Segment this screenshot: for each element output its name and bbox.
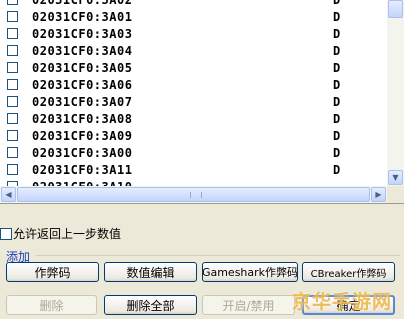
cheat-row[interactable]: 02031CF0:3A11 D — [0, 161, 384, 178]
cheat-row-value: D — [333, 0, 363, 7]
cheat-row-value: D — [333, 43, 341, 58]
cheat-row[interactable]: 02031CF0:3A03 D — [0, 25, 384, 42]
cbreaker-button[interactable]: CBreaker作弊码 — [302, 262, 395, 282]
cheat-row[interactable]: 02031CF0:3A05 D — [0, 59, 384, 76]
cheat-row-checkbox[interactable] — [7, 113, 18, 124]
add-group-divider — [36, 255, 400, 256]
cheat-row-address: 02031CF0:3A05 — [32, 60, 133, 75]
cheat-row-checkbox[interactable] — [7, 164, 18, 175]
cheat-code-button[interactable]: 作弊码 — [6, 262, 99, 282]
cheat-row-address: 02031CF0:3A07 — [32, 94, 133, 109]
scroll-left-icon[interactable]: ◀ — [1, 187, 16, 202]
delete-all-button[interactable]: 删除全部 — [104, 295, 197, 315]
value-edit-button[interactable]: 数值编辑 — [104, 262, 197, 282]
cheat-row-value: D — [333, 111, 341, 126]
cheat-row-value: D — [333, 26, 341, 41]
undo-checkbox[interactable]: 允许返回上一步数值 — [0, 225, 121, 242]
ok-button[interactable]: 确定 — [302, 295, 395, 315]
cheat-row[interactable]: 02031CF0:3A00 D — [0, 144, 384, 161]
cheat-row-checkbox[interactable] — [7, 79, 18, 90]
scroll-down-icon[interactable]: ▼ — [388, 170, 403, 185]
delete-button[interactable]: 删除 — [6, 295, 97, 315]
cheat-row-checkbox[interactable] — [7, 45, 18, 56]
cheat-row-value: D — [333, 145, 341, 160]
scroll-right-icon[interactable]: ▶ — [371, 187, 386, 202]
cheat-row-value: D — [333, 60, 341, 75]
horizontal-scrollbar[interactable]: ◀ ▶ — [0, 186, 387, 203]
cheat-row-checkbox[interactable] — [7, 11, 18, 22]
vertical-scrollbar[interactable]: ▼ — [387, 0, 404, 186]
cheat-row-value: D — [333, 94, 341, 109]
cheat-row-checkbox[interactable] — [7, 147, 18, 158]
cheat-row-address: 02031CF0:3A06 — [32, 77, 133, 92]
cheat-row[interactable]: 02031CF0:3A04 D — [0, 42, 384, 59]
cheat-row-address: 02031CF0:3A04 — [32, 43, 133, 58]
cheat-row-value: D — [333, 162, 341, 177]
scroll-grip-icon — [190, 192, 202, 198]
cheat-row[interactable]: 02031CF0:3A09 D — [0, 127, 384, 144]
cheat-row-checkbox[interactable] — [7, 130, 18, 141]
cheat-row-address: 02031CF0:3A00 — [32, 145, 133, 160]
undo-checkbox-label: 允许返回上一步数值 — [13, 227, 122, 241]
cheat-list-rows: 02031CF0:3A02D02031CF0:3A01D02031CF0:3A0… — [0, 0, 384, 195]
scrollbar-corner — [387, 186, 404, 203]
cheat-row-value: D — [333, 9, 341, 24]
cheat-row-address: 02031CF0:3A03 — [32, 26, 133, 41]
gameshark-button[interactable]: Gameshark作弊码 — [202, 262, 298, 282]
cheat-row[interactable]: 02031CF0:3A01 D — [0, 8, 384, 25]
cheat-row[interactable]: 02031CF0:3A07 D — [0, 93, 384, 110]
cheat-row-address: 02031CF0:3A09 — [32, 128, 133, 143]
cheat-row-address: 02031CF0:3A11 — [32, 162, 133, 177]
cheat-row-value: D — [333, 77, 341, 92]
undo-checkbox-box[interactable] — [0, 227, 12, 240]
horizontal-scroll-thumb[interactable] — [17, 187, 370, 202]
cheat-row-checkbox[interactable] — [7, 96, 18, 107]
cheat-row-value: D — [333, 128, 341, 143]
cheat-row-address: 02031CF0:3A02 — [32, 0, 333, 7]
cheat-row[interactable]: 02031CF0:3A02D — [0, 0, 384, 8]
cheat-row-address: 02031CF0:3A08 — [32, 111, 133, 126]
vertical-scroll-thumb[interactable] — [388, 0, 403, 18]
cheat-row-checkbox[interactable] — [7, 28, 18, 39]
cheat-row[interactable]: 02031CF0:3A08 D — [0, 110, 384, 127]
cheat-row-checkbox[interactable] — [7, 0, 18, 5]
cheat-row[interactable]: 02031CF0:3A06 D — [0, 76, 384, 93]
cheat-row-address: 02031CF0:3A01 — [32, 9, 133, 24]
cheat-list[interactable]: 02031CF0:3A02D02031CF0:3A01D02031CF0:3A0… — [0, 0, 404, 204]
cheat-row-checkbox[interactable] — [7, 62, 18, 73]
enable-disable-button[interactable]: 开启/禁用 — [202, 295, 295, 315]
